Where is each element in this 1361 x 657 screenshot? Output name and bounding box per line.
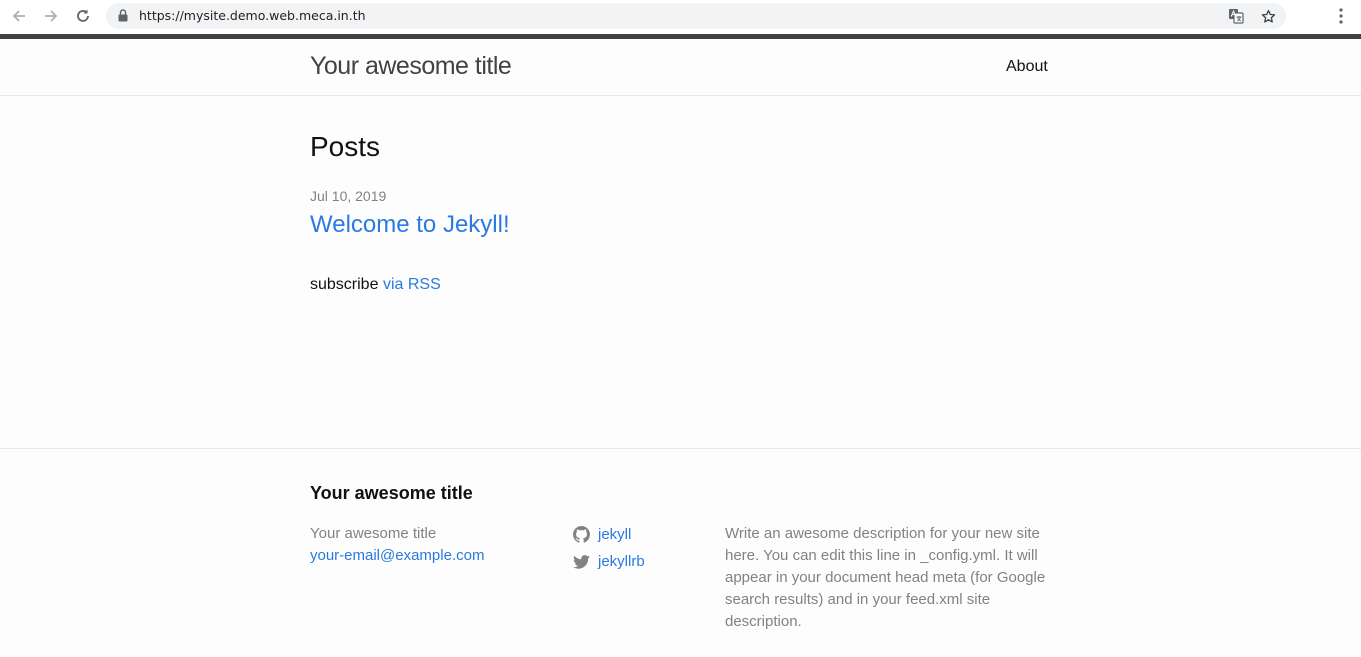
- social-github: jekyll: [573, 521, 645, 548]
- kebab-menu-icon: [1339, 8, 1343, 24]
- reload-button[interactable]: [70, 4, 96, 28]
- site-title-link[interactable]: Your awesome title: [310, 52, 512, 81]
- github-icon: [573, 526, 590, 543]
- lock-icon: [118, 9, 128, 22]
- rss-prefix: subscribe: [310, 276, 379, 293]
- browser-menu-button[interactable]: [1330, 5, 1352, 27]
- twitter-link[interactable]: jekyllrb: [598, 548, 645, 575]
- github-link[interactable]: jekyll: [598, 521, 631, 548]
- reload-icon: [77, 9, 89, 22]
- browser-toolbar: https://mysite.demo.web.meca.in.th: [0, 0, 1361, 34]
- footer-contact: Your awesome title your-email@example.co…: [310, 523, 484, 567]
- back-button[interactable]: [6, 4, 32, 28]
- nav-link-about[interactable]: About: [1006, 58, 1048, 76]
- footer-heading: Your awesome title: [310, 483, 473, 503]
- forward-button[interactable]: [38, 4, 64, 28]
- footer-social: jekyll jekyllrb: [573, 521, 645, 575]
- site-footer: Your awesome title Your awesome title yo…: [0, 448, 1361, 657]
- rss-link[interactable]: via RSS: [383, 276, 441, 293]
- translate-icon: [1229, 9, 1244, 24]
- footer-contact-name: Your awesome title: [310, 525, 437, 542]
- rss-subscribe: subscribe via RSS: [310, 276, 441, 294]
- bookmark-button[interactable]: [1259, 7, 1277, 25]
- address-bar[interactable]: https://mysite.demo.web.meca.in.th: [106, 3, 1286, 29]
- site-header: Your awesome title About: [0, 39, 1361, 96]
- back-arrow-icon: [12, 10, 25, 22]
- star-icon: [1261, 9, 1275, 23]
- site-description: Write an awesome description for your ne…: [725, 525, 1046, 630]
- forward-arrow-icon: [45, 10, 58, 22]
- url-text: https://mysite.demo.web.meca.in.th: [139, 8, 366, 23]
- twitter-icon: [573, 554, 590, 569]
- footer-email-link[interactable]: your-email@example.com: [310, 547, 484, 564]
- post-date: Jul 10, 2019: [310, 188, 387, 204]
- post-title-link[interactable]: Welcome to Jekyll!: [310, 211, 510, 239]
- translate-button[interactable]: [1227, 7, 1245, 25]
- social-twitter: jekyllrb: [573, 548, 645, 575]
- page-heading: Posts: [310, 131, 381, 162]
